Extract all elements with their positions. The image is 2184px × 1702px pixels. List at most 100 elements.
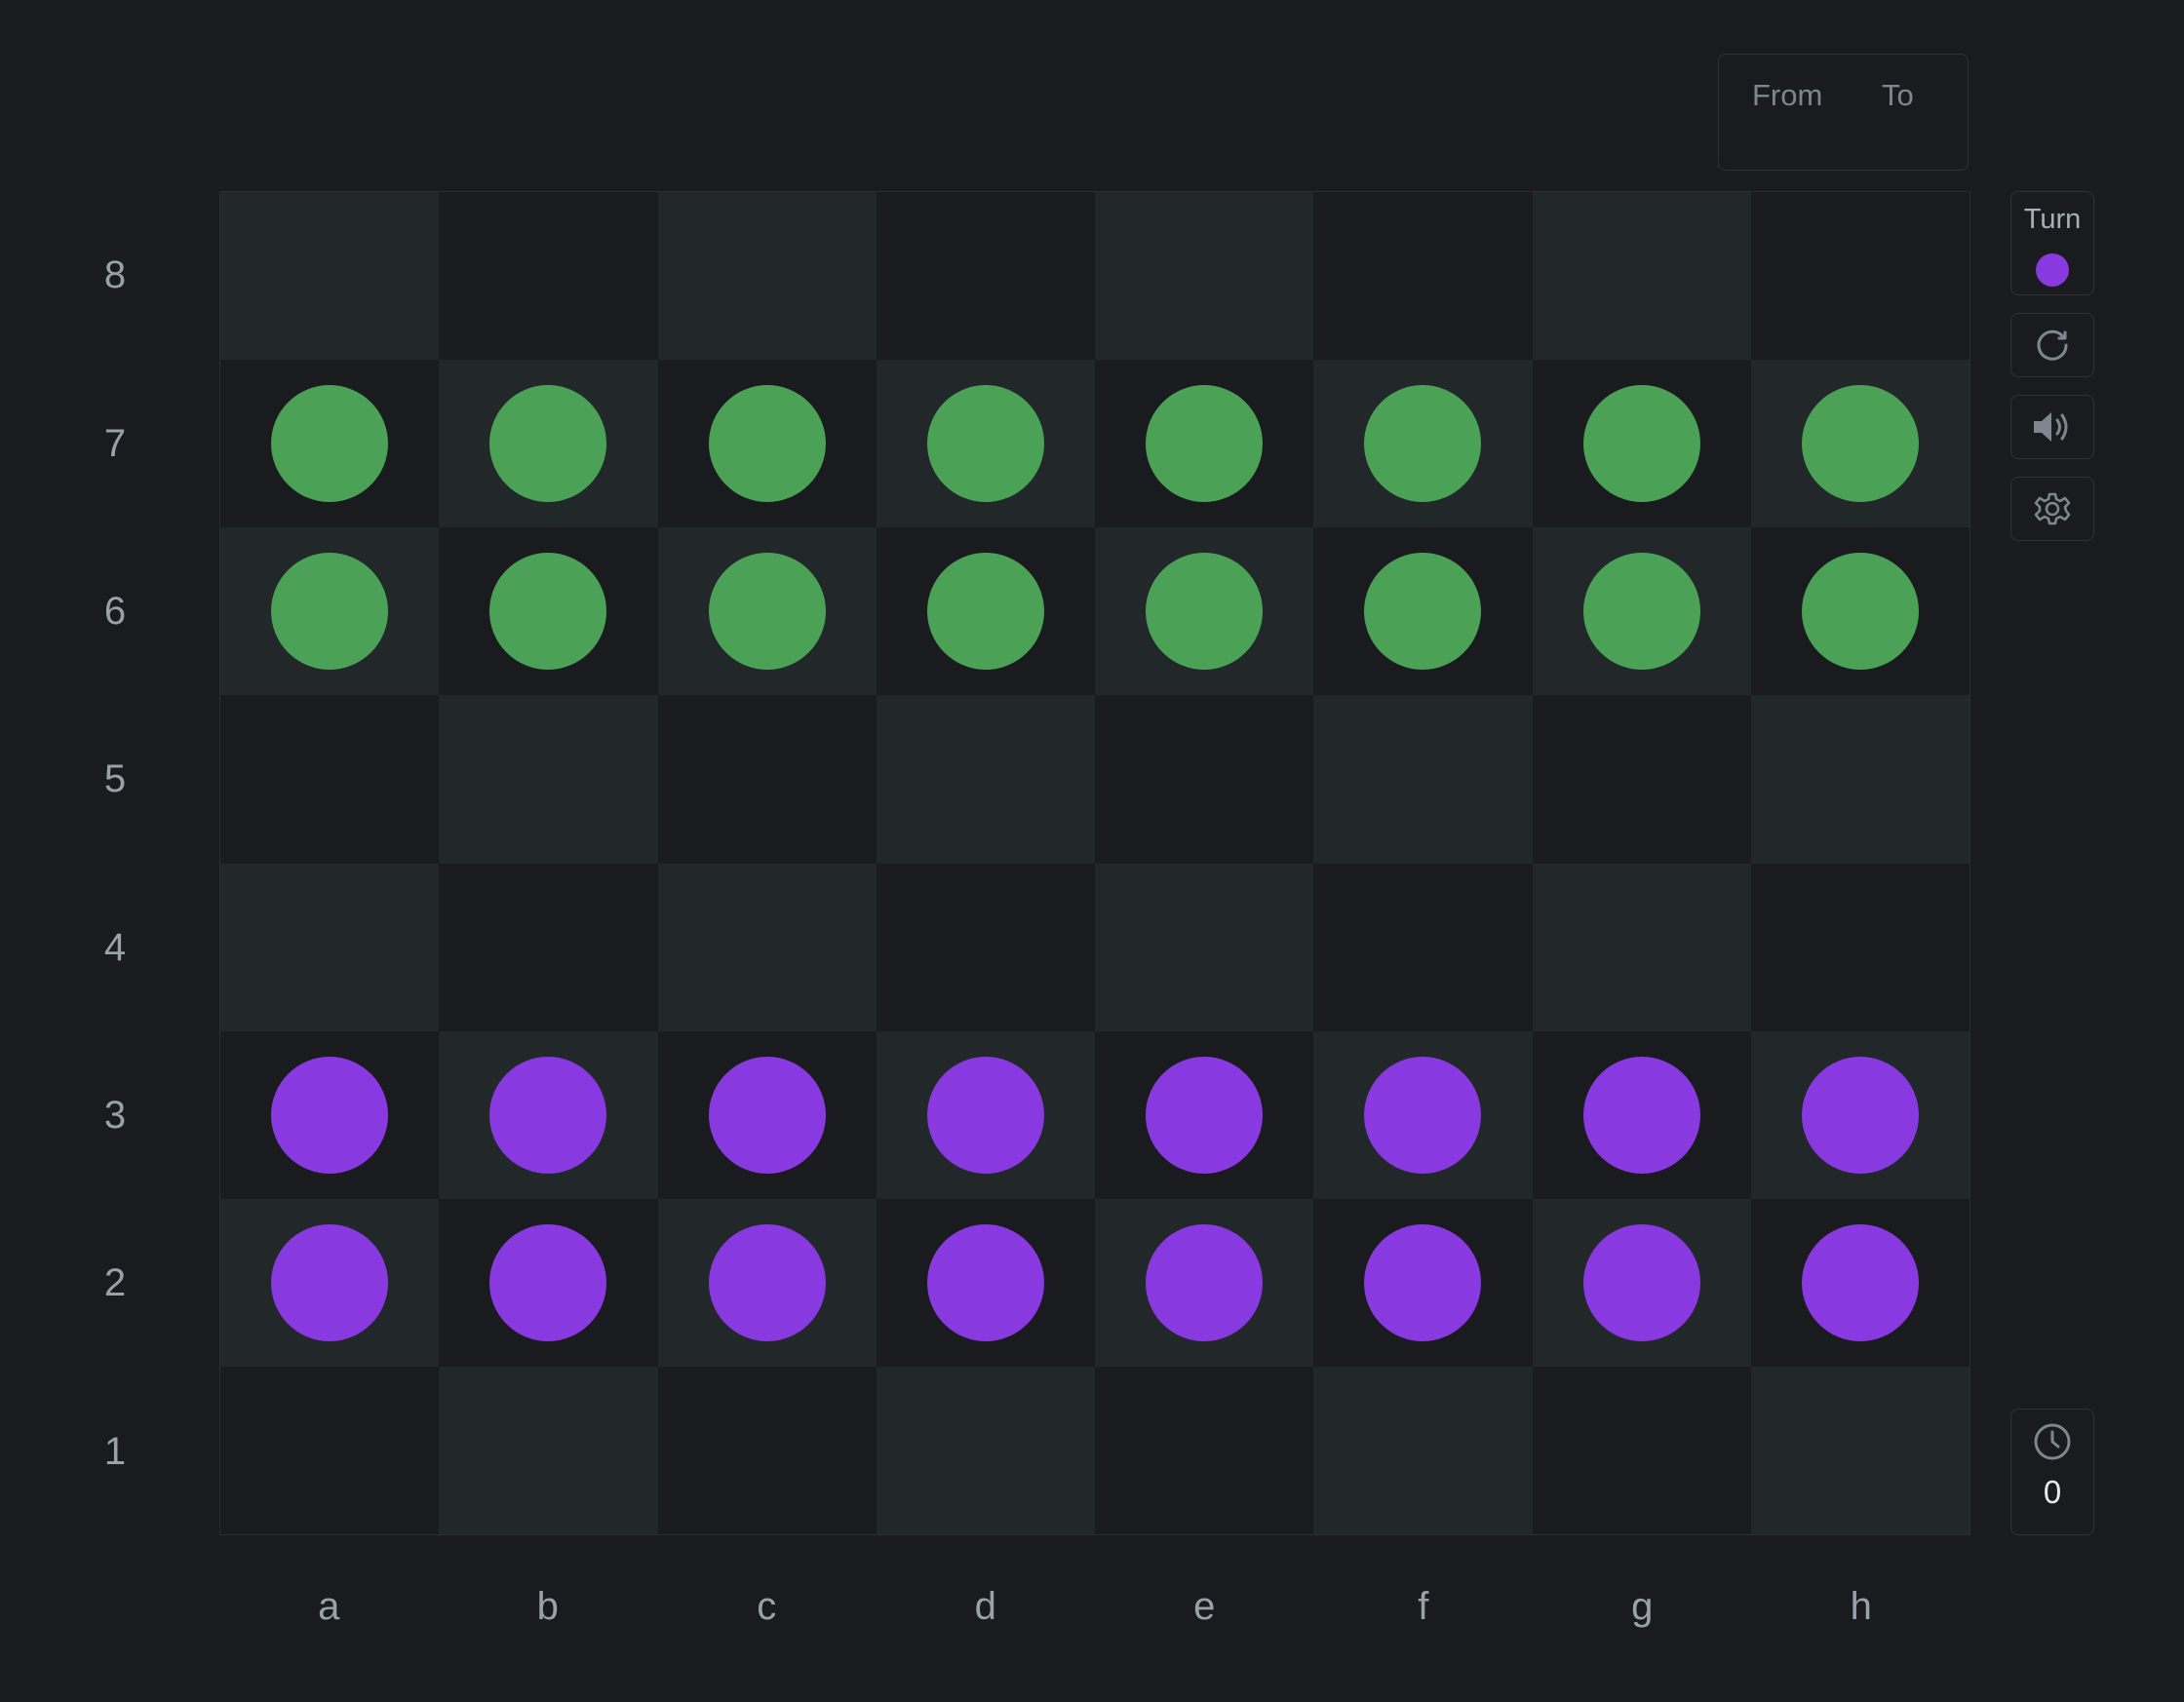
green-piece[interactable] <box>1801 385 1919 503</box>
square-b5[interactable] <box>439 695 658 864</box>
square-c6[interactable] <box>657 527 877 696</box>
square-a7[interactable] <box>220 360 440 528</box>
green-piece[interactable] <box>708 385 826 503</box>
square-g4[interactable] <box>1532 863 1751 1031</box>
square-c7[interactable] <box>657 360 877 528</box>
square-f2[interactable] <box>1313 1198 1533 1367</box>
square-g2[interactable] <box>1532 1198 1751 1367</box>
green-piece[interactable] <box>1801 553 1919 671</box>
square-a6[interactable] <box>220 527 440 696</box>
square-f1[interactable] <box>1313 1366 1533 1534</box>
square-d4[interactable] <box>876 863 1095 1031</box>
square-d7[interactable] <box>876 360 1095 528</box>
green-piece[interactable] <box>1146 553 1264 671</box>
square-a2[interactable] <box>220 1198 440 1367</box>
square-f8[interactable] <box>1313 192 1533 361</box>
green-piece[interactable] <box>708 553 826 671</box>
square-h2[interactable] <box>1750 1198 1970 1367</box>
green-piece[interactable] <box>1582 553 1700 671</box>
green-piece[interactable] <box>489 553 607 671</box>
square-a8[interactable] <box>220 192 440 361</box>
square-d1[interactable] <box>876 1366 1095 1534</box>
square-c1[interactable] <box>657 1366 877 1534</box>
settings-button[interactable] <box>2010 477 2094 541</box>
square-c3[interactable] <box>657 1030 877 1199</box>
square-e3[interactable] <box>1095 1030 1314 1199</box>
purple-piece[interactable] <box>1364 1223 1482 1341</box>
square-a3[interactable] <box>220 1030 440 1199</box>
green-piece[interactable] <box>271 385 389 503</box>
square-e5[interactable] <box>1095 695 1314 864</box>
square-h3[interactable] <box>1750 1030 1970 1199</box>
purple-piece[interactable] <box>489 1223 607 1341</box>
square-e2[interactable] <box>1095 1198 1314 1367</box>
square-g3[interactable] <box>1532 1030 1751 1199</box>
square-d5[interactable] <box>876 695 1095 864</box>
purple-piece[interactable] <box>1364 1056 1482 1174</box>
green-piece[interactable] <box>271 553 389 671</box>
square-g1[interactable] <box>1532 1366 1751 1534</box>
green-piece[interactable] <box>926 553 1044 671</box>
square-e4[interactable] <box>1095 863 1314 1031</box>
square-e8[interactable] <box>1095 192 1314 361</box>
rank-label: 5 <box>103 757 127 801</box>
square-b3[interactable] <box>439 1030 658 1199</box>
green-piece[interactable] <box>1364 553 1482 671</box>
purple-piece[interactable] <box>708 1056 826 1174</box>
square-d8[interactable] <box>876 192 1095 361</box>
purple-piece[interactable] <box>1801 1223 1919 1341</box>
square-d3[interactable] <box>876 1030 1095 1199</box>
square-f4[interactable] <box>1313 863 1533 1031</box>
purple-piece[interactable] <box>1146 1056 1264 1174</box>
square-h1[interactable] <box>1750 1366 1970 1534</box>
green-piece[interactable] <box>1146 385 1264 503</box>
square-f5[interactable] <box>1313 695 1533 864</box>
square-b7[interactable] <box>439 360 658 528</box>
purple-piece[interactable] <box>1801 1056 1919 1174</box>
purple-piece[interactable] <box>1582 1223 1700 1341</box>
square-c5[interactable] <box>657 695 877 864</box>
square-g6[interactable] <box>1532 527 1751 696</box>
square-h4[interactable] <box>1750 863 1970 1031</box>
purple-piece[interactable] <box>926 1056 1044 1174</box>
square-f6[interactable] <box>1313 527 1533 696</box>
square-h7[interactable] <box>1750 360 1970 528</box>
reset-button[interactable] <box>2010 313 2094 377</box>
purple-piece[interactable] <box>271 1223 389 1341</box>
square-h6[interactable] <box>1750 527 1970 696</box>
purple-piece[interactable] <box>708 1223 826 1341</box>
purple-piece[interactable] <box>489 1056 607 1174</box>
square-e1[interactable] <box>1095 1366 1314 1534</box>
purple-piece[interactable] <box>271 1056 389 1174</box>
square-h5[interactable] <box>1750 695 1970 864</box>
square-a5[interactable] <box>220 695 440 864</box>
purple-piece[interactable] <box>926 1223 1044 1341</box>
green-piece[interactable] <box>926 385 1044 503</box>
square-c2[interactable] <box>657 1198 877 1367</box>
square-b4[interactable] <box>439 863 658 1031</box>
square-f3[interactable] <box>1313 1030 1533 1199</box>
green-piece[interactable] <box>1364 385 1482 503</box>
square-b1[interactable] <box>439 1366 658 1534</box>
square-b6[interactable] <box>439 527 658 696</box>
square-a1[interactable] <box>220 1366 440 1534</box>
square-d2[interactable] <box>876 1198 1095 1367</box>
green-piece[interactable] <box>1582 385 1700 503</box>
square-f7[interactable] <box>1313 360 1533 528</box>
square-h8[interactable] <box>1750 192 1970 361</box>
square-g8[interactable] <box>1532 192 1751 361</box>
sound-button[interactable] <box>2010 395 2094 459</box>
square-b2[interactable] <box>439 1198 658 1367</box>
square-c4[interactable] <box>657 863 877 1031</box>
purple-piece[interactable] <box>1582 1056 1700 1174</box>
square-g5[interactable] <box>1532 695 1751 864</box>
purple-piece[interactable] <box>1146 1223 1264 1341</box>
square-c8[interactable] <box>657 192 877 361</box>
square-e7[interactable] <box>1095 360 1314 528</box>
green-piece[interactable] <box>489 385 607 503</box>
square-g7[interactable] <box>1532 360 1751 528</box>
square-a4[interactable] <box>220 863 440 1031</box>
square-d6[interactable] <box>876 527 1095 696</box>
square-e6[interactable] <box>1095 527 1314 696</box>
square-b8[interactable] <box>439 192 658 361</box>
